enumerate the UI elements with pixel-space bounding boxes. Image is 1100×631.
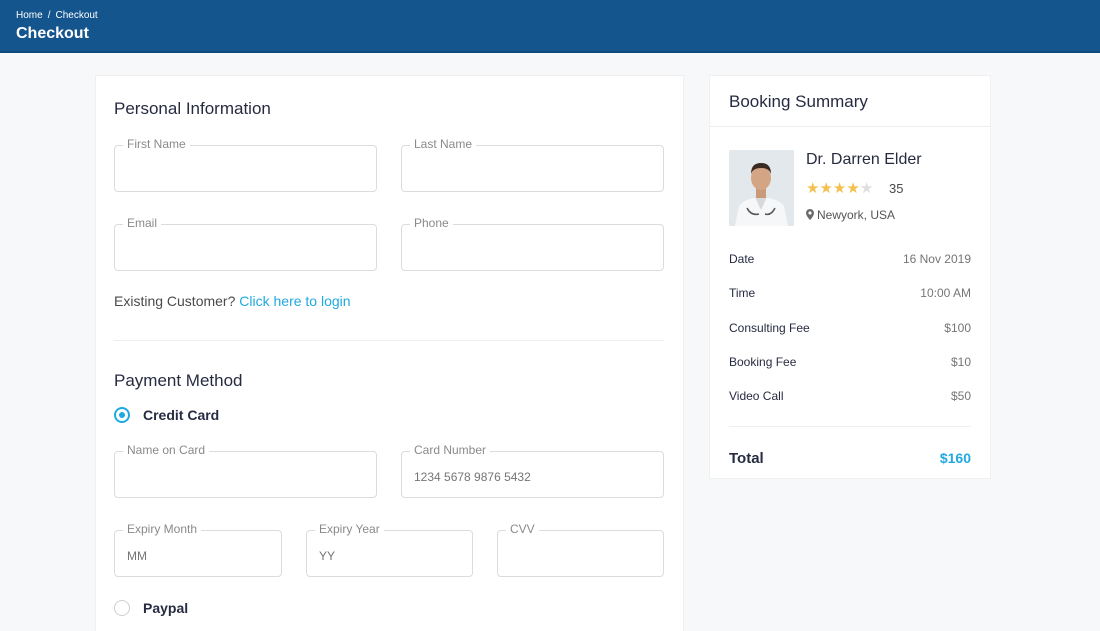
star-icon: ★: [819, 180, 833, 197]
breadcrumb: Home / Checkout: [16, 10, 98, 21]
summary-row-video-call-value: $50: [950, 389, 971, 403]
expiry-year-label: Expiry Year: [315, 522, 384, 536]
email-label: Email: [123, 216, 162, 230]
cvv-field[interactable]: CVV: [497, 522, 664, 577]
summary-row-video-call-label: Video Call: [729, 389, 784, 403]
expiry-month-placeholder: MM: [127, 549, 147, 563]
existing-customer-line: Existing Customer? Click here to login: [114, 293, 351, 309]
summary-row-booking-fee-label: Booking Fee: [729, 355, 797, 369]
last-name-label: Last Name: [410, 137, 477, 151]
summary-total-divider: [729, 426, 971, 427]
first-name-label: First Name: [123, 137, 190, 151]
credit-card-radio[interactable]: [114, 407, 130, 423]
breadcrumb-home[interactable]: Home: [16, 10, 43, 21]
last-name-field[interactable]: Last Name: [401, 137, 664, 192]
doctor-location: Newyork, USA: [806, 208, 895, 222]
summary-row-date-value: 16 Nov 2019: [902, 252, 971, 266]
star-icon: ★: [832, 180, 847, 197]
total-label: Total: [729, 450, 764, 467]
card-number-field[interactable]: Card Number 1234 5678 9876 5432: [401, 443, 664, 498]
personal-info-title: Personal Information: [114, 99, 271, 118]
breadcrumb-separator: /: [47, 10, 51, 21]
map-marker-icon: [806, 209, 814, 220]
section-divider: [114, 340, 664, 341]
paypal-radio[interactable]: [114, 600, 130, 616]
phone-field[interactable]: Phone: [401, 216, 664, 271]
star-icon: ★: [846, 180, 860, 197]
summary-row-time-value: 10:00 AM: [920, 286, 971, 300]
summary-row-consulting-fee-value: $100: [944, 321, 971, 335]
page-header: Home / Checkout Checkout: [0, 0, 1100, 53]
star-icon: ★: [806, 180, 820, 197]
rating-count: 35: [889, 181, 904, 196]
email-field[interactable]: Email: [114, 216, 377, 271]
booking-summary-card: [709, 75, 991, 479]
phone-label: Phone: [410, 216, 453, 230]
doctor-name[interactable]: Dr. Darren Elder: [806, 151, 922, 169]
expiry-month-field[interactable]: Expiry Month MM: [114, 522, 282, 577]
total-value: $160: [939, 450, 971, 466]
name-on-card-field[interactable]: Name on Card: [114, 443, 377, 498]
existing-customer-text: Existing Customer?: [114, 293, 236, 309]
summary-row-time-label: Time: [729, 286, 756, 300]
expiry-year-field[interactable]: Expiry Year YY: [306, 522, 473, 577]
summary-row-consulting-fee-label: Consulting Fee: [729, 321, 810, 335]
cvv-label: CVV: [506, 522, 539, 536]
payment-method-title: Payment Method: [114, 371, 243, 390]
expiry-year-placeholder: YY: [319, 549, 336, 563]
card-number-label: Card Number: [410, 443, 491, 457]
summary-header-divider: [709, 126, 991, 127]
page-title: Checkout: [16, 25, 89, 42]
star-empty-icon: ★: [859, 180, 874, 197]
first-name-field[interactable]: First Name: [114, 137, 377, 192]
credit-card-label[interactable]: Credit Card: [143, 407, 219, 423]
login-link[interactable]: Click here to login: [239, 293, 350, 309]
expiry-month-label: Expiry Month: [123, 522, 202, 536]
card-number-placeholder: 1234 5678 9876 5432: [414, 470, 531, 484]
rating-stars: ★★★★★: [806, 179, 873, 197]
summary-row-booking-fee-value: $10: [950, 355, 971, 369]
booking-summary-title: Booking Summary: [729, 92, 868, 111]
doctor-photo[interactable]: [729, 150, 794, 226]
breadcrumb-current: Checkout: [55, 10, 98, 21]
summary-row-date-label: Date: [729, 252, 755, 266]
location-text: Newyork, USA: [817, 208, 896, 222]
paypal-label[interactable]: Paypal: [143, 600, 188, 616]
name-on-card-label: Name on Card: [123, 443, 210, 457]
